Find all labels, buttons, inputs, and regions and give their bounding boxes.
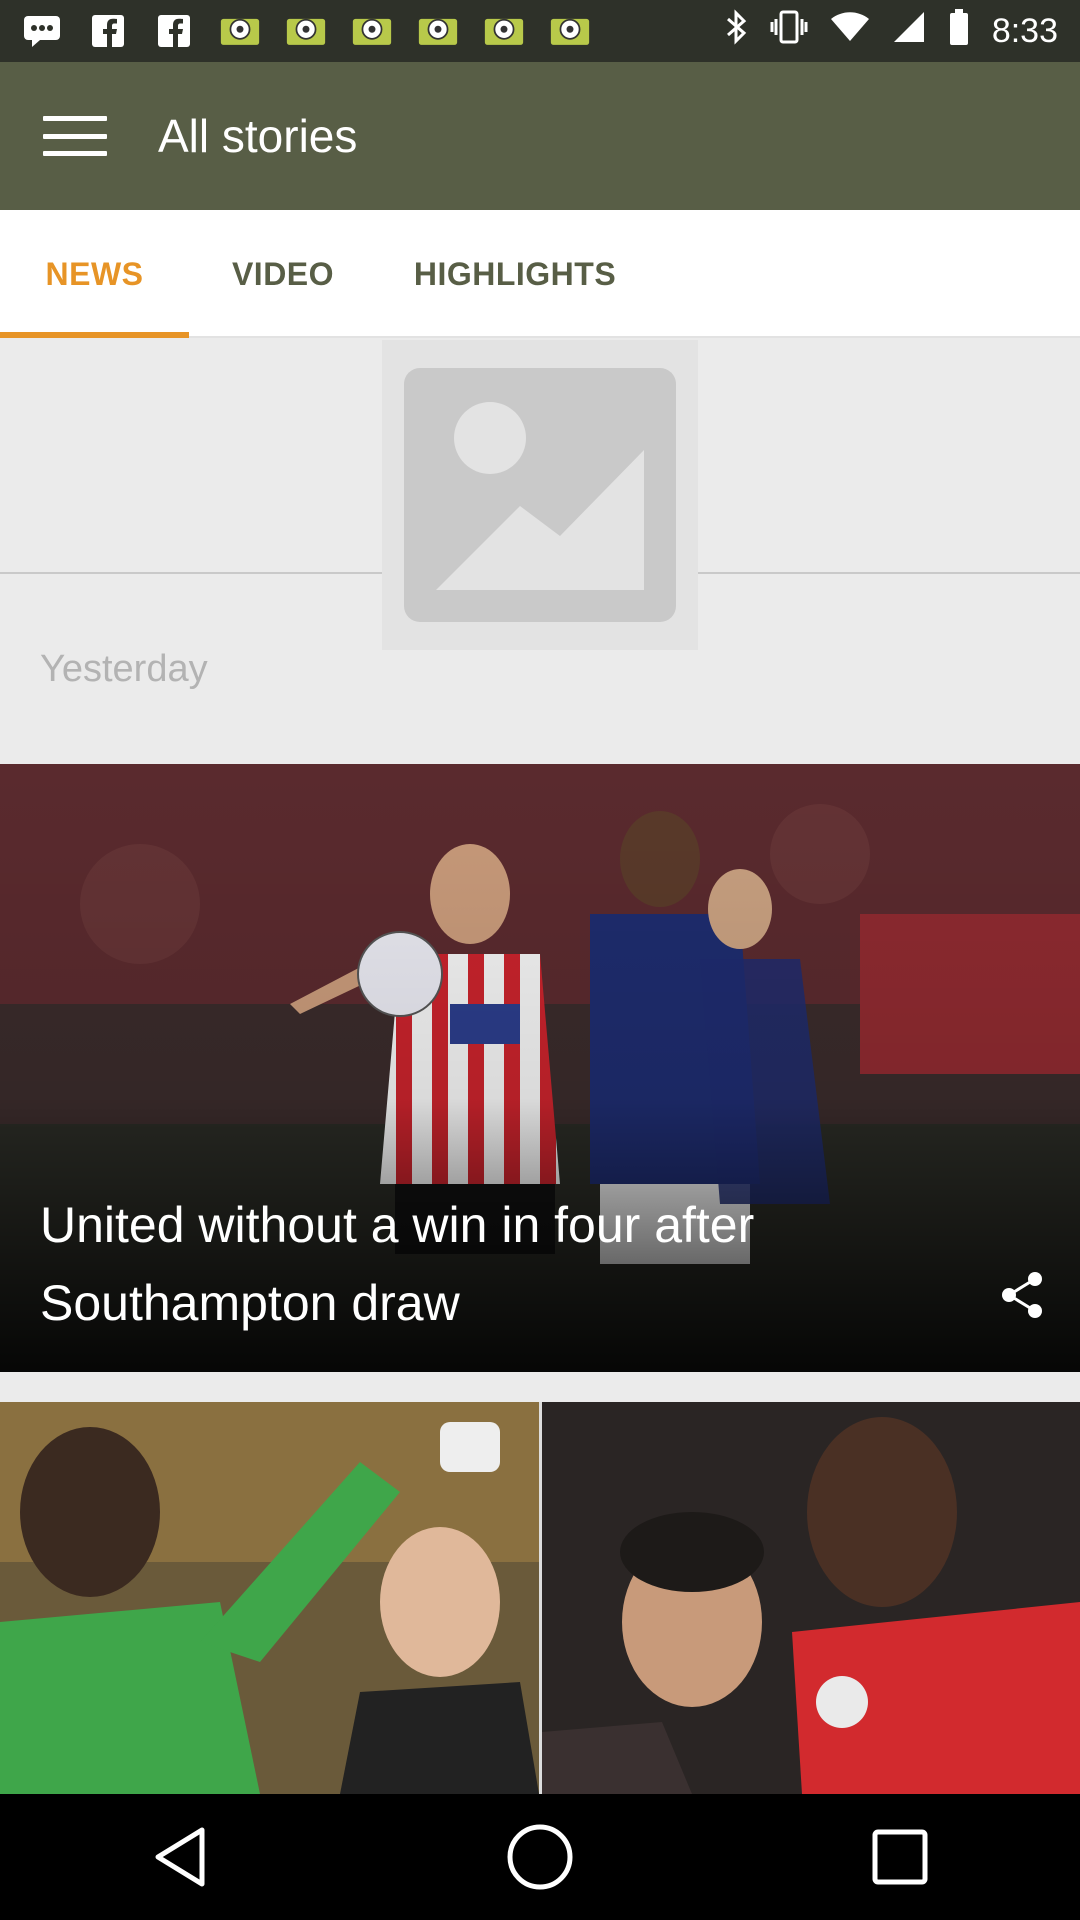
- tab-news[interactable]: NEWS: [0, 210, 189, 338]
- tab-news-label: NEWS: [45, 255, 144, 292]
- story-card[interactable]: United without a win in four after South…: [0, 764, 1080, 1372]
- soccer-ball-icon: [484, 13, 524, 49]
- share-icon[interactable]: [1000, 1270, 1044, 1320]
- soccer-ball-icon: [286, 13, 326, 49]
- battery-icon: [948, 8, 970, 55]
- soccer-ball-icon: [418, 13, 458, 49]
- tab-highlights-label: HIGHLIGHTS: [413, 255, 617, 292]
- tab-video-label: VIDEO: [231, 255, 335, 292]
- tab-highlights[interactable]: HIGHLIGHTS: [390, 210, 640, 338]
- soccer-ball-icon: [352, 13, 392, 49]
- app-bar: All stories: [0, 62, 1080, 210]
- tab-video[interactable]: VIDEO: [208, 210, 358, 338]
- divider: [698, 572, 1080, 574]
- hamburger-menu-icon[interactable]: [0, 62, 150, 210]
- chat-icon: [22, 13, 62, 49]
- notification-icons: [22, 13, 590, 49]
- story-thumbnail[interactable]: [541, 1402, 1080, 1794]
- page-title: All stories: [158, 110, 358, 162]
- story-thumbnail[interactable]: [0, 1402, 539, 1794]
- goalkeeper-celebration-photo: [0, 1402, 539, 1794]
- status-bar: 8:33: [0, 0, 1080, 62]
- status-time: 8:33: [991, 11, 1058, 50]
- united-players-photo: [541, 1402, 1080, 1794]
- home-icon[interactable]: [495, 1812, 585, 1902]
- recents-icon[interactable]: [855, 1812, 945, 1902]
- soccer-ball-icon: [220, 13, 260, 49]
- wifi-icon: [830, 11, 870, 52]
- image-placeholder-icon: [382, 340, 698, 650]
- date-label: Yesterday: [40, 648, 208, 690]
- active-tab-indicator: [0, 332, 189, 338]
- system-icons: 8:33: [724, 8, 1058, 55]
- bluetooth-icon: [724, 8, 748, 54]
- story-thumbnails: [0, 1402, 1080, 1794]
- tab-bar: NEWS VIDEO HIGHLIGHTS: [0, 210, 1080, 338]
- back-icon[interactable]: [135, 1812, 225, 1902]
- section-header: Yesterday: [0, 340, 1080, 764]
- soccer-ball-icon: [550, 13, 590, 49]
- vibrate-icon: [770, 9, 808, 54]
- signal-icon: [892, 10, 926, 53]
- divider: [0, 572, 382, 574]
- fb-icon: [88, 13, 128, 49]
- fb-icon: [154, 13, 194, 49]
- story-title: United without a win in four after South…: [40, 1197, 755, 1331]
- system-nav-bar: [0, 1794, 1080, 1920]
